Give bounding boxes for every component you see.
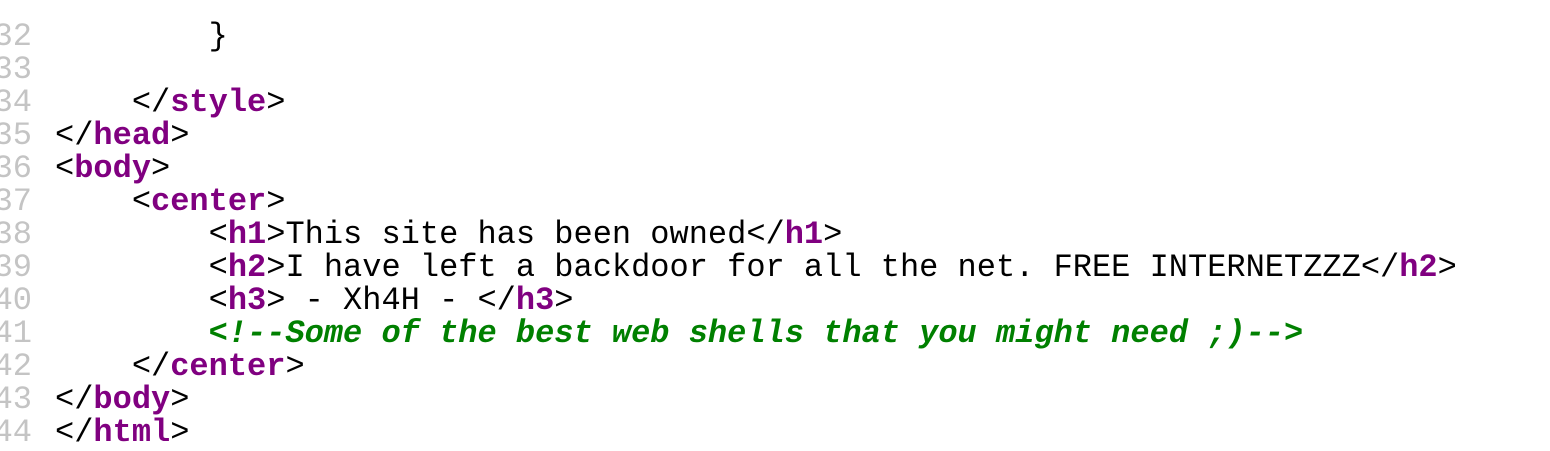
code-text: < bbox=[55, 183, 152, 220]
code-line: 37 <center> bbox=[0, 185, 1550, 218]
tag-name: h3 bbox=[227, 282, 267, 319]
line-number: 39 bbox=[0, 249, 32, 286]
line-number: 43 bbox=[0, 381, 32, 418]
line-source: <h1>This site has been owned</h1> bbox=[55, 216, 843, 253]
code-text: > bbox=[170, 381, 190, 418]
line-source: </head> bbox=[55, 119, 189, 152]
line-number: 37 bbox=[0, 183, 32, 220]
code-line: 44 </html> bbox=[0, 416, 1550, 449]
code-line: 42 </center> bbox=[0, 350, 1550, 383]
line-source: </body> bbox=[55, 383, 189, 416]
code-line: 40 <h3> - Xh4H - </h3> bbox=[0, 284, 1550, 317]
tag-name: center bbox=[170, 348, 286, 385]
tag-name: h1 bbox=[227, 216, 267, 253]
code-text: > bbox=[266, 84, 286, 121]
line-number: 38 bbox=[0, 216, 32, 253]
code-text: > bbox=[823, 216, 843, 253]
line-number: 32 bbox=[0, 18, 32, 55]
code-text: < bbox=[55, 249, 228, 286]
code-line: 36 <body> bbox=[0, 152, 1550, 185]
line-number: 44 bbox=[0, 414, 32, 451]
code-text: > bbox=[170, 117, 190, 154]
line-source: <!--Some of the best web shells that you… bbox=[55, 315, 1304, 352]
code-text: < bbox=[55, 216, 228, 253]
code-line: 39 <h2>I have left a backdoor for all th… bbox=[0, 251, 1550, 284]
code-line: 34 </style> bbox=[0, 86, 1550, 119]
tag-name: center bbox=[151, 183, 267, 220]
code-text: </ bbox=[55, 117, 94, 154]
line-source: </html> bbox=[55, 416, 189, 449]
line-number: 41 bbox=[0, 315, 32, 352]
source-code-view: 32 } 33 34 </style> 35 </head> 36 <body> 37 <ce… bbox=[0, 0, 1550, 449]
code-text: > bbox=[554, 282, 574, 319]
tag-name: h2 bbox=[227, 249, 267, 286]
code-text: >I have left a backdoor for all the net.… bbox=[266, 249, 1400, 286]
code-text: > bbox=[285, 348, 305, 385]
code-line: 38 <h1>This site has been owned</h1> bbox=[0, 218, 1550, 251]
tag-name: h2 bbox=[1399, 249, 1438, 286]
line-number: 40 bbox=[0, 282, 32, 319]
code-text: < bbox=[55, 150, 75, 187]
tag-name: style bbox=[170, 84, 267, 121]
line-number: 33 bbox=[0, 51, 32, 88]
code-text: } bbox=[55, 18, 228, 55]
code-text: >This site has been owned</ bbox=[266, 216, 785, 253]
code-text: </ bbox=[55, 414, 94, 451]
tag-name: head bbox=[93, 117, 171, 154]
code-line: 33 bbox=[0, 53, 1550, 86]
line-number: 35 bbox=[0, 117, 32, 154]
line-source: <h2>I have left a backdoor for all the n… bbox=[55, 251, 1457, 284]
code-line: 35 </head> bbox=[0, 119, 1550, 152]
code-text: </ bbox=[55, 348, 171, 385]
tag-name: body bbox=[74, 150, 152, 187]
line-source: <body> bbox=[55, 152, 170, 185]
code-text: > bbox=[266, 183, 286, 220]
tag-name: h3 bbox=[515, 282, 555, 319]
code-text: </ bbox=[55, 381, 94, 418]
code-text: </ bbox=[55, 84, 171, 121]
line-source: <h3> - Xh4H - </h3> bbox=[55, 282, 574, 319]
tag-name: h1 bbox=[784, 216, 824, 253]
code-line: 32 } bbox=[0, 20, 1550, 53]
line-source: </style> bbox=[55, 84, 286, 121]
code-text: > - Xh4H - </ bbox=[266, 282, 516, 319]
code-text: < bbox=[55, 282, 228, 319]
tag-name: body bbox=[93, 381, 171, 418]
code-text: > bbox=[151, 150, 171, 187]
code-text: > bbox=[1437, 249, 1457, 286]
line-source: } bbox=[55, 20, 228, 53]
line-source: </center> bbox=[55, 350, 305, 383]
tag-name: html bbox=[93, 414, 171, 451]
code-text: > bbox=[170, 414, 190, 451]
line-number: 36 bbox=[0, 150, 32, 187]
line-source: <center> bbox=[55, 183, 286, 220]
html-comment: <!--Some of the best web shells that you… bbox=[208, 315, 1304, 352]
line-number: 34 bbox=[0, 84, 32, 121]
code-line: 41 <!--Some of the best web shells that … bbox=[0, 317, 1550, 350]
line-number: 42 bbox=[0, 348, 32, 385]
code-line: 43 </body> bbox=[0, 383, 1550, 416]
